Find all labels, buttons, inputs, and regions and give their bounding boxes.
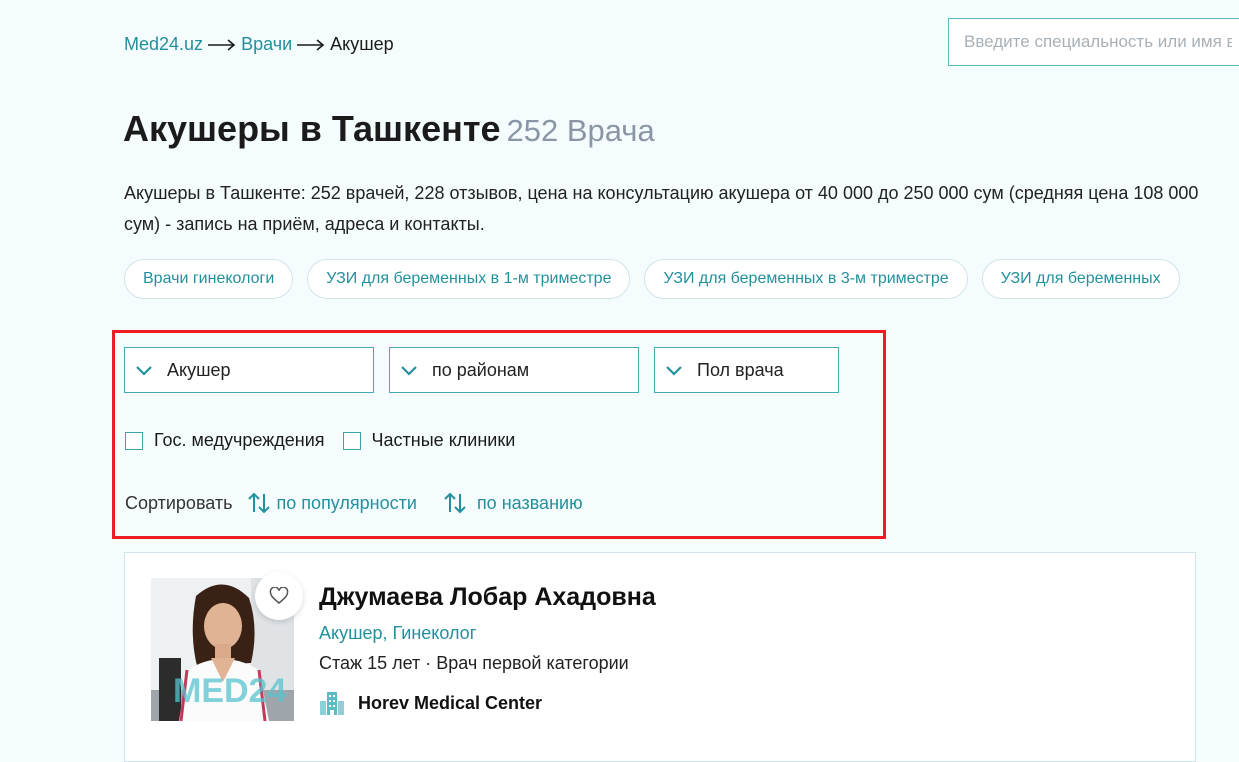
page-title-text: Акушеры в Ташкенте (123, 108, 501, 149)
building-icon (320, 692, 344, 715)
heart-icon (269, 587, 289, 604)
sort-by-name-label: по названию (476, 492, 583, 513)
doctor-experience: Стаж 15 лет · Врач первой категории (319, 653, 629, 673)
sort-by-popularity[interactable]: по популярности (247, 492, 417, 514)
district-select-value: по районам (432, 359, 530, 380)
private-clinics-label[interactable]: Частные клиники (372, 430, 516, 451)
tag-ultrasound-pregnant[interactable]: УЗИ для беременных (981, 259, 1180, 299)
breadcrumb-current: Акушер (330, 34, 394, 54)
arrow-right-icon (297, 38, 325, 51)
clinic-type-filters: Гос. медучреждения Частные клиники (125, 430, 515, 451)
sort-bar: Сортировать по популярности по названию (125, 492, 583, 514)
public-clinics-checkbox[interactable] (125, 431, 143, 450)
gender-select-value: Пол врача (697, 359, 784, 380)
breadcrumb-home-link[interactable]: Med24.uz (124, 34, 203, 55)
arrow-right-icon (208, 38, 236, 51)
tag-gynecologists[interactable]: Врачи гинекологи (124, 259, 294, 299)
clinic-name[interactable]: Horev Medical Center (358, 693, 542, 714)
public-clinics-label[interactable]: Гос. медучреждения (154, 430, 325, 451)
chevron-down-icon (136, 366, 152, 376)
district-select[interactable]: по районам (389, 347, 639, 393)
doctor-specialty-link[interactable]: Акушер, Гинеколог (319, 623, 476, 644)
sort-by-popularity-label: по популярности (276, 492, 417, 513)
search-input[interactable] (948, 18, 1239, 66)
filters-panel: Акушер по районам Пол врача Гос. медучре… (112, 330, 886, 539)
chevron-down-icon (401, 366, 417, 376)
page-title: Акушеры в Ташкенте 252 Врача (123, 108, 655, 150)
sort-by-name[interactable]: по названию (443, 492, 583, 514)
specialty-select[interactable]: Акушер (124, 347, 374, 393)
tag-ultrasound-1st-trimester[interactable]: УЗИ для беременных в 1-м триместре (307, 259, 631, 299)
page-description: Акушеры в Ташкенте: 252 врачей, 228 отзы… (124, 183, 1199, 234)
gender-select[interactable]: Пол врача (654, 347, 839, 393)
sort-label: Сортировать (125, 492, 233, 513)
tag-ultrasound-3rd-trimester[interactable]: УЗИ для беременных в 3-м триместре (644, 259, 968, 299)
sort-arrows-icon (444, 492, 466, 514)
sort-arrows-icon (247, 492, 270, 514)
breadcrumb: Med24.uz Врачи Акушер (124, 34, 394, 55)
private-clinics-checkbox[interactable] (342, 431, 361, 450)
favorite-button[interactable] (255, 572, 303, 620)
related-tags: Врачи гинекологи УЗИ для беременных в 1-… (124, 259, 1196, 301)
doctor-count: 252 Врача (506, 113, 655, 148)
photo-watermark: MED24 (173, 672, 286, 710)
chevron-down-icon (666, 366, 682, 376)
specialty-select-value: Акушер (167, 359, 231, 380)
breadcrumb-doctors-link[interactable]: Врачи (241, 34, 292, 55)
doctor-card: MED24 Джумаева Лобар Ахадовна Акушер, Ги… (124, 552, 1196, 762)
doctor-name[interactable]: Джумаева Лобар Ахадовна (319, 583, 656, 612)
doctor-clinic[interactable]: Horev Medical Center (319, 691, 542, 715)
